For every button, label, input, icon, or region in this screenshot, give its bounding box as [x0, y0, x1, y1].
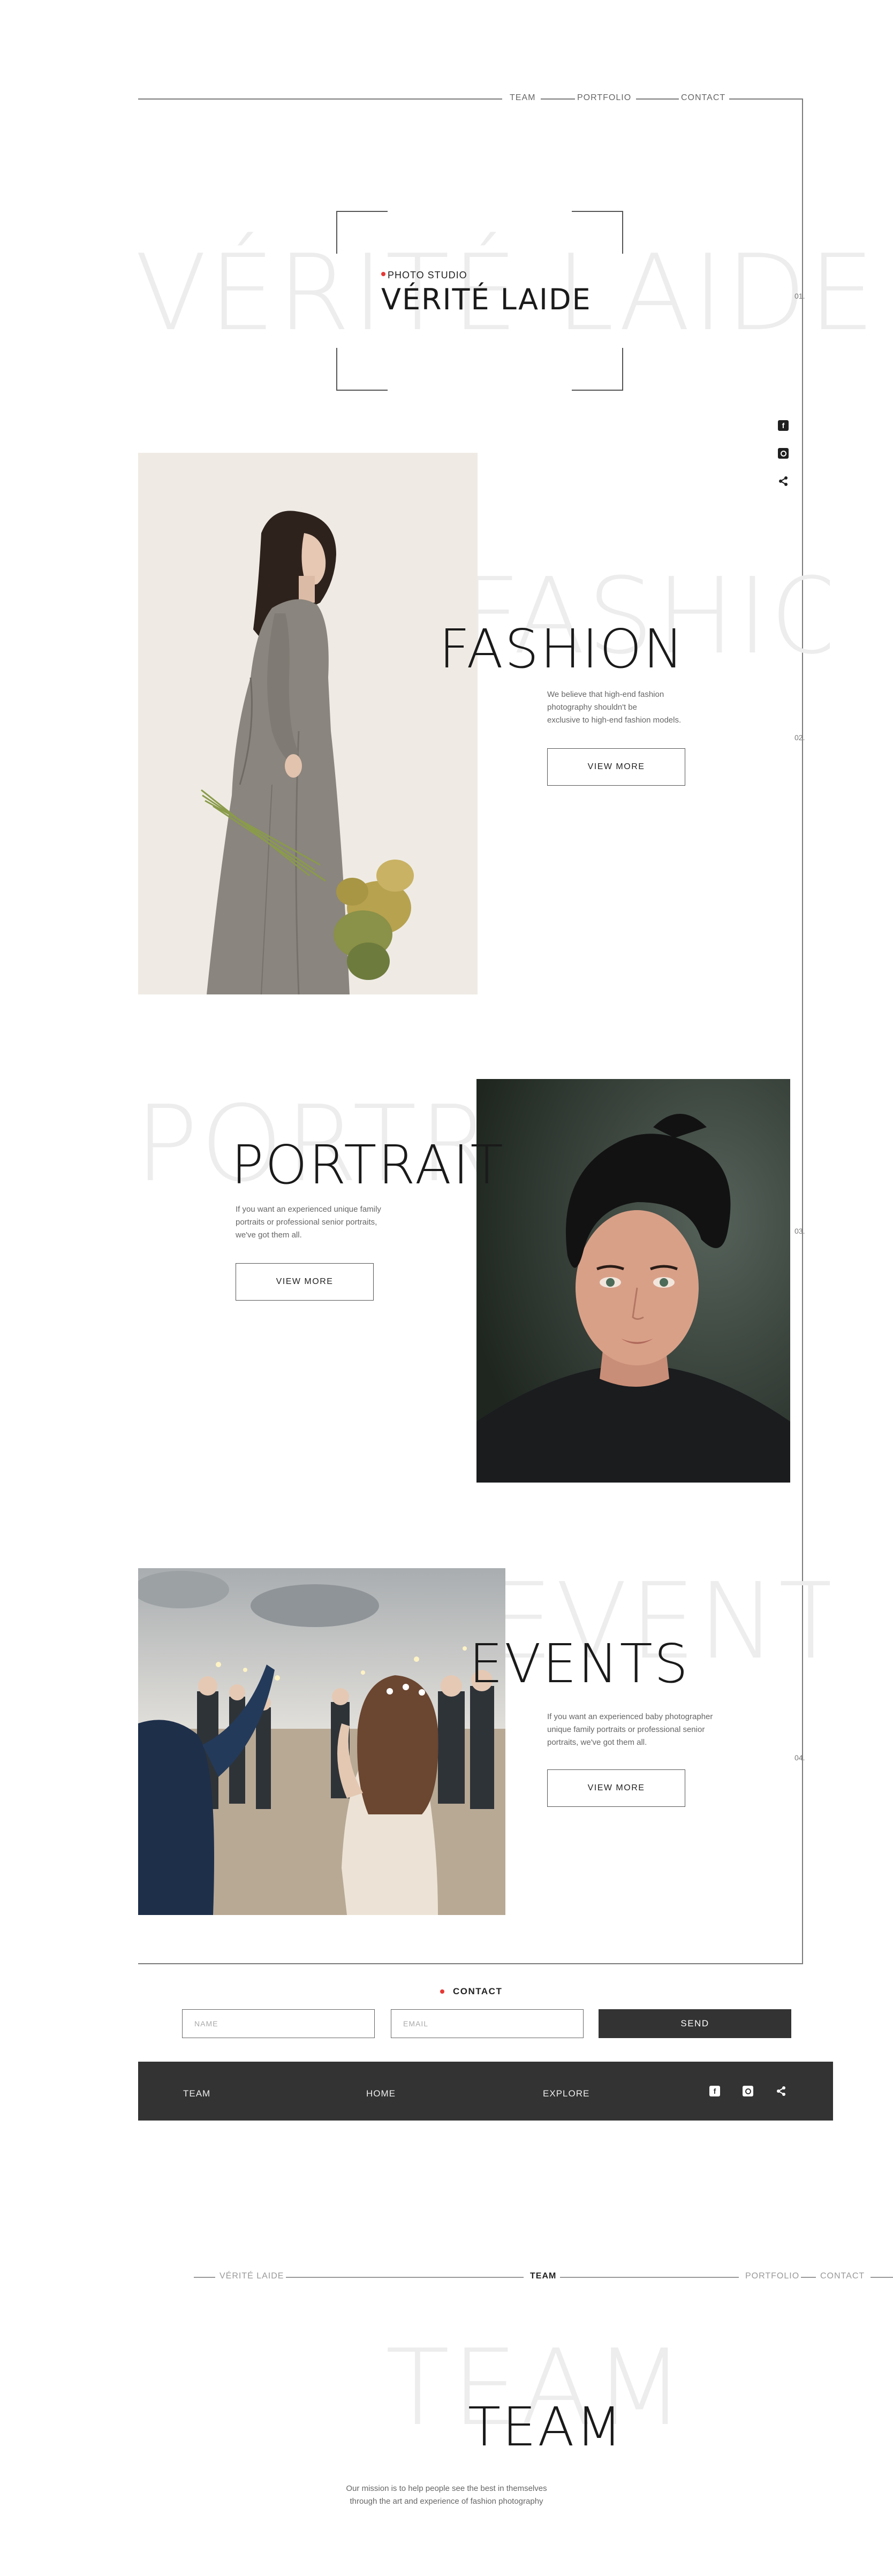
events-view-more-button[interactable]: VIEW MORE: [547, 1769, 685, 1807]
contact-dot: [440, 1989, 444, 1994]
events-description-line: If you want an experienced baby photogra…: [547, 1712, 713, 1721]
second-nav-line-3: [560, 2277, 739, 2278]
frame-bottom-line: [138, 1963, 803, 1964]
fashion-description-line: exclusive to high-end fashion models.: [547, 716, 682, 725]
footer-share-icon[interactable]: [775, 2085, 787, 2097]
nav-portfolio[interactable]: PORTFOLIO: [577, 93, 631, 103]
footer-instagram-icon[interactable]: [742, 2085, 754, 2097]
hero-frame-corner-tl: [336, 211, 388, 254]
second-nav-line-1: [194, 2277, 215, 2278]
events-section-number: 04.: [794, 1753, 805, 1762]
hero-frame-corner-tr: [572, 211, 623, 254]
team-mission: Our mission is to help people see the be…: [0, 2482, 893, 2508]
facebook-icon[interactable]: f: [777, 420, 789, 431]
second-nav-portfolio[interactable]: PORTFOLIO: [745, 2271, 799, 2281]
events-title: EVENTS: [469, 1632, 690, 1695]
events-description-line: portraits, we've got them all.: [547, 1738, 647, 1747]
team-mission-line: through the art and experience of fashio…: [350, 2497, 543, 2506]
portrait-photo: [476, 1079, 790, 1483]
footer-home-link[interactable]: HOME: [366, 2088, 396, 2099]
send-button[interactable]: SEND: [599, 2009, 791, 2038]
portrait-section-number: 03.: [794, 1227, 805, 1235]
share-icon[interactable]: [777, 475, 789, 487]
second-nav-team[interactable]: TEAM: [530, 2271, 556, 2281]
footer-facebook-icon[interactable]: f: [709, 2085, 721, 2097]
hero-frame-corner-br: [572, 348, 623, 391]
team-mission-line: Our mission is to help people see the be…: [346, 2484, 547, 2493]
portrait-description-line: we've got them all.: [236, 1230, 302, 1240]
fashion-description-line: We believe that high-end fashion: [547, 690, 664, 699]
fashion-description-line: photography shouldn't be: [547, 703, 637, 712]
email-field[interactable]: EMAIL: [391, 2009, 584, 2038]
second-nav-line-2: [286, 2277, 524, 2278]
name-field[interactable]: NAME: [182, 2009, 375, 2038]
footer-explore-link[interactable]: EXPLORE: [543, 2088, 589, 2099]
nav-contact[interactable]: CONTACT: [681, 93, 725, 103]
top-nav: TEAM PORTFOLIO CONTACT: [0, 93, 893, 106]
instagram-icon[interactable]: [777, 447, 789, 459]
hero-title: VÉRITÉ LAIDE: [381, 283, 592, 316]
second-nav-line-5: [871, 2277, 893, 2278]
portrait-title: PORTRAIT: [231, 1134, 505, 1196]
fashion-photo: [138, 453, 478, 994]
portrait-description-line: If you want an experienced unique family: [236, 1205, 381, 1214]
team-title: TEAM: [468, 2396, 624, 2458]
portrait-view-more-button[interactable]: VIEW MORE: [236, 1263, 374, 1301]
second-nav-contact[interactable]: CONTACT: [820, 2271, 865, 2281]
fashion-section-number: 02.: [794, 733, 805, 742]
hero-kicker-dot: [381, 272, 385, 276]
fashion-title: FASHION: [439, 618, 685, 680]
contact-heading: CONTACT: [453, 1986, 503, 1996]
footer-bar: TEAM HOME EXPLORE f: [138, 2062, 833, 2121]
second-nav-brand[interactable]: VÉRITÉ LAIDE: [220, 2271, 284, 2281]
frame-right-line: [802, 98, 803, 1964]
hero-frame-corner-bl: [336, 348, 388, 391]
events-description: If you want an experienced baby photogra…: [547, 1711, 713, 1749]
portrait-description: If you want an experienced unique family…: [236, 1203, 381, 1242]
fashion-view-more-button[interactable]: VIEW MORE: [547, 748, 685, 786]
nav-team[interactable]: TEAM: [510, 93, 535, 103]
events-description-line: unique family portraits or professional …: [547, 1725, 705, 1734]
hero-section-number: 01.: [794, 292, 805, 300]
second-nav-line-4: [801, 2277, 816, 2278]
portrait-description-line: portraits or professional senior portrai…: [236, 1218, 377, 1227]
events-photo: [138, 1568, 505, 1915]
fashion-description: We believe that high-end fashion photogr…: [547, 688, 681, 727]
hero-kicker: PHOTO STUDIO: [388, 270, 467, 280]
footer-team-link[interactable]: TEAM: [183, 2088, 210, 2099]
social-bar: f: [777, 420, 792, 495]
